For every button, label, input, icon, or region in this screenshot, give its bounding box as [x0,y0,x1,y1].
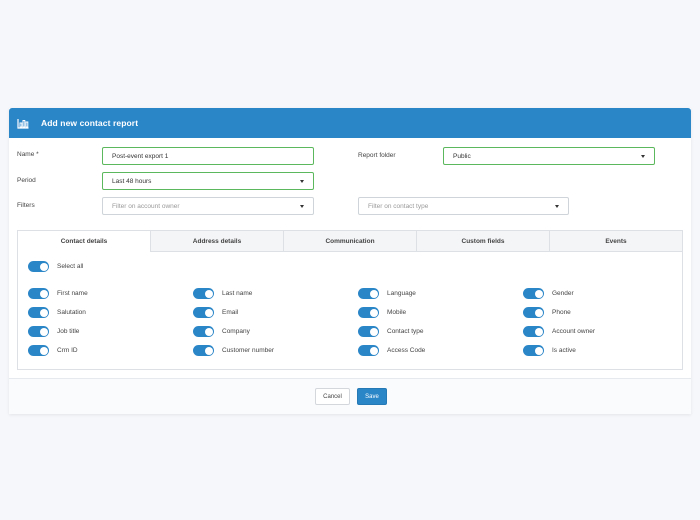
field-label: Phone [552,309,571,316]
field-toggle-row: Account owner [523,326,595,337]
chevron-down-icon [641,154,645,158]
select-all-label: Select all [57,263,84,270]
field-toggle-row: Language [358,288,416,299]
field-label: Last name [222,290,253,297]
tab-contact-details[interactable]: Contact details [18,231,150,252]
mobile-toggle[interactable] [358,307,379,318]
report-folder-select[interactable]: Public [443,147,655,165]
customer-number-toggle[interactable] [193,345,214,356]
access-code-toggle[interactable] [358,345,379,356]
chevron-down-icon [300,179,304,183]
bar-chart-icon [17,117,29,129]
filter-contact-type-placeholder: Filter on contact type [368,202,429,210]
phone-toggle[interactable] [523,307,544,318]
first-name-toggle[interactable] [28,288,49,299]
field-label: Access Code [387,347,426,354]
field-toggle-row: Mobile [358,307,406,318]
report-folder-label: Report folder [358,152,396,159]
field-label: Email [222,309,239,316]
filters-label: Filters [17,202,35,209]
job-title-toggle[interactable] [28,326,49,337]
field-label: Gender [552,290,574,297]
name-input-value: Post-event export 1 [112,152,169,160]
select-all-row: Select all [28,261,83,272]
field-toggle-row: First name [28,288,88,299]
gender-toggle[interactable] [523,288,544,299]
field-toggle-row: Job title [28,326,79,337]
field-toggle-row: Gender [523,288,574,299]
modal-title: Add new contact report [41,118,139,128]
filter-account-owner-select[interactable]: Filter on account owner [102,197,314,215]
tab-address-details[interactable]: Address details [150,231,283,251]
field-toggle-row: Contact type [358,326,424,337]
chevron-down-icon [555,204,559,208]
language-toggle[interactable] [358,288,379,299]
field-label: Mobile [387,309,407,316]
field-label: Is active [552,347,576,354]
save-button[interactable]: Save [357,388,387,405]
field-label: First name [57,290,88,297]
modal-header: Add new contact report [9,108,691,138]
tab-communication[interactable]: Communication [283,231,416,251]
field-label: Company [222,328,250,335]
tab-events[interactable]: Events [549,231,682,251]
field-label: Crm ID [57,347,78,354]
chevron-down-icon [300,204,304,208]
field-toggle-row: Last name [193,288,252,299]
field-label: Contact type [387,328,424,335]
period-value: Last 48 hours [112,177,152,185]
account-owner-toggle[interactable] [523,326,544,337]
filter-contact-type-select[interactable]: Filter on contact type [358,197,569,215]
field-toggle-row: Email [193,307,238,318]
field-label: Language [387,290,416,297]
tab-bar: Contact details Address details Communic… [18,231,682,252]
field-label: Job title [57,328,80,335]
filter-account-owner-placeholder: Filter on account owner [112,202,180,210]
field-toggle-row: Company [193,326,250,337]
is-active-toggle[interactable] [523,345,544,356]
field-toggle-row: Phone [523,307,571,318]
name-label: Name * [17,151,39,158]
select-all-toggle[interactable] [28,261,49,272]
period-label: Period [17,177,36,184]
tabs-panel: Contact details Address details Communic… [17,230,683,370]
company-toggle[interactable] [193,326,214,337]
modal-footer: Cancel Save [9,378,691,414]
crm-id-toggle[interactable] [28,345,49,356]
email-toggle[interactable] [193,307,214,318]
field-label: Customer number [222,347,275,354]
field-toggle-row: Is active [523,345,576,356]
tab-custom-fields[interactable]: Custom fields [416,231,549,251]
name-input[interactable]: Post-event export 1 [102,147,314,165]
field-toggle-row: Customer number [193,345,274,356]
field-toggle-row: Salutation [28,307,86,318]
field-toggle-row: Crm ID [28,345,78,356]
contact-type-toggle[interactable] [358,326,379,337]
cancel-button[interactable]: Cancel [315,388,350,405]
period-select[interactable]: Last 48 hours [102,172,314,190]
salutation-toggle[interactable] [28,307,49,318]
field-label: Account owner [552,328,595,335]
field-toggle-row: Access Code [358,345,425,356]
field-label: Salutation [57,309,86,316]
report-folder-value: Public [453,152,471,160]
last-name-toggle[interactable] [193,288,214,299]
